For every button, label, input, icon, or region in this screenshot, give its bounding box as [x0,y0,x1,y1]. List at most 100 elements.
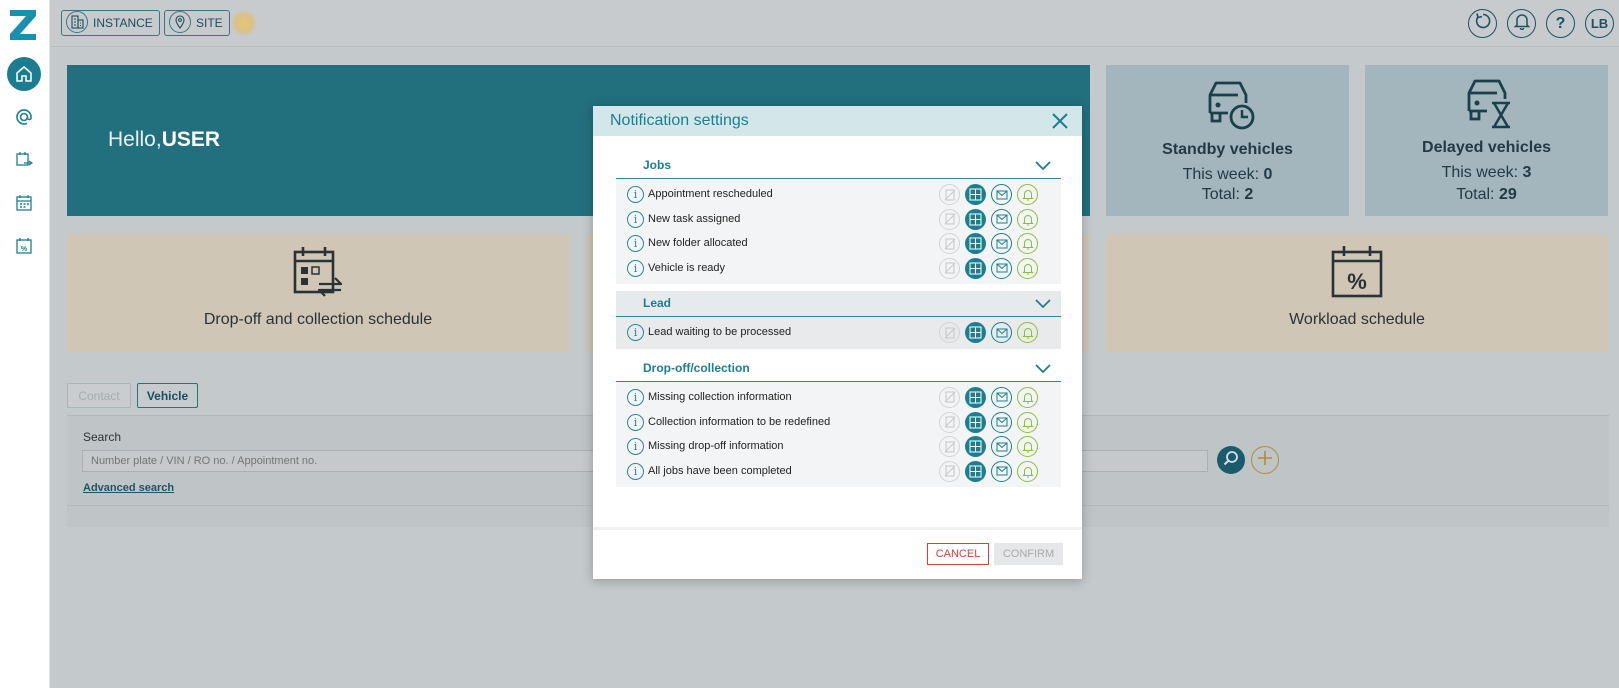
app-toggle[interactable] [965,386,986,408]
row-actions [939,386,1038,408]
home-icon[interactable] [7,57,41,91]
bell-toggle[interactable] [1017,411,1038,433]
left-sidebar: % [0,0,50,688]
tab-contact[interactable]: Contact [67,383,131,408]
info-icon[interactable]: i [627,210,644,228]
row-label: Appointment rescheduled [648,188,773,200]
app-toggle[interactable] [965,460,986,482]
advanced-search-link[interactable]: Advanced search [83,482,174,494]
app-toggle[interactable] [965,322,986,344]
user-menu-button[interactable]: LB [1585,9,1614,38]
email-toggle[interactable] [991,184,1012,205]
search-label: Search [83,430,122,444]
calendar-grid-icon[interactable] [7,186,41,220]
cancel-button[interactable]: CANCEL [927,543,989,565]
notification-row: i Missing collection information [616,385,1061,410]
bell-toggle[interactable] [1017,233,1038,255]
calendar-percent-icon: % [1328,244,1386,305]
add-button[interactable] [1251,446,1279,474]
workload-schedule-tile[interactable]: % Workload schedule [1106,234,1608,352]
email-toggle[interactable] [991,411,1012,433]
sms-toggle[interactable] [939,386,960,408]
section-header-dropoff[interactable]: Drop-off/collection [616,355,1061,382]
standby-week-value: 0 [1263,166,1273,183]
info-icon[interactable]: i [627,388,644,406]
section-header-lead[interactable]: Lead [616,291,1061,318]
info-icon[interactable]: i [627,235,644,253]
close-button[interactable] [1050,111,1070,131]
help-button[interactable]: ? [1546,9,1575,38]
at-mention-icon[interactable] [7,100,41,134]
notifications-button[interactable] [1507,9,1536,38]
sms-toggle[interactable] [939,460,960,482]
info-icon[interactable]: i [627,324,644,342]
app-toggle[interactable] [965,257,986,279]
email-toggle[interactable] [991,436,1012,458]
confirm-button[interactable]: CONFIRM [994,543,1063,565]
refresh-button[interactable] [1468,9,1497,38]
sms-toggle[interactable] [939,184,960,205]
close-icon [1050,113,1070,135]
car-clock-icon [1198,77,1258,138]
app-toggle[interactable] [965,436,986,458]
site-button[interactable]: SITE [164,10,230,36]
app-toggle[interactable] [965,411,986,433]
email-toggle[interactable] [991,233,1012,255]
email-toggle[interactable] [991,460,1012,482]
dialog-title: Notification settings [610,112,749,129]
section-rows: i Lead waiting to be processed [616,317,1061,349]
info-icon[interactable]: i [627,413,644,431]
sms-toggle[interactable] [939,233,960,255]
delayed-vehicles-card[interactable]: Delayed vehicles This week: 3 Total: 29 [1365,65,1608,216]
sms-toggle[interactable] [939,322,960,344]
info-icon[interactable]: i [627,259,644,277]
info-icon[interactable]: i [627,186,644,203]
calendar-swap-icon[interactable] [7,143,41,177]
search-button[interactable] [1217,446,1245,474]
app-logo-icon[interactable] [8,8,38,42]
app-toggle[interactable] [965,233,986,255]
app-toggle[interactable] [965,184,986,205]
standby-week: This week: 0 [1106,166,1349,184]
sms-toggle[interactable] [939,257,960,279]
section-header-jobs[interactable]: Jobs [616,153,1061,179]
email-toggle[interactable] [991,386,1012,408]
status-indicator [231,10,257,36]
tab-vehicle[interactable]: Vehicle [137,383,198,408]
notification-row: i New task assigned [616,207,1061,232]
delayed-total-value: 29 [1498,186,1517,203]
notification-row: i Collection information to be redefined [616,410,1061,435]
calendar-percent-icon[interactable]: % [7,229,41,263]
standby-title: Standby vehicles [1162,141,1293,158]
email-toggle[interactable] [991,322,1012,344]
bell-toggle[interactable] [1017,257,1038,279]
bell-toggle[interactable] [1017,386,1038,408]
info-icon[interactable]: i [627,438,644,456]
dialog-body: Jobs i Appointment rescheduled i New tas… [616,153,1061,494]
row-label: Missing collection information [648,390,792,403]
notification-row: i All jobs have been completed [616,459,1061,484]
notification-row: i Appointment rescheduled [616,182,1061,207]
email-toggle[interactable] [991,257,1012,279]
sms-toggle[interactable] [939,411,960,433]
standby-total: Total: 2 [1106,186,1349,204]
dialog-footer-divider [593,527,1082,530]
bell-toggle[interactable] [1017,436,1038,458]
section-title: Jobs [643,158,672,172]
bell-toggle[interactable] [1017,184,1038,205]
top-bar: INSTANCE SITE ? LB [51,0,1619,47]
bell-toggle[interactable] [1017,208,1038,230]
info-icon[interactable]: i [627,462,644,480]
bell-toggle[interactable] [1017,322,1038,344]
app-toggle[interactable] [965,208,986,230]
instance-button[interactable]: INSTANCE [61,10,160,36]
sms-toggle[interactable] [939,436,960,458]
sms-toggle[interactable] [939,208,960,230]
dropoff-collection-tile[interactable]: Drop-off and collection schedule [67,234,569,352]
bell-toggle[interactable] [1017,460,1038,482]
user-initials: LB [1590,16,1609,31]
email-toggle[interactable] [991,208,1012,230]
car-hourglass-icon [1457,75,1517,136]
building-icon [65,10,89,36]
standby-vehicles-card[interactable]: Standby vehicles This week: 0 Total: 2 [1106,65,1349,216]
